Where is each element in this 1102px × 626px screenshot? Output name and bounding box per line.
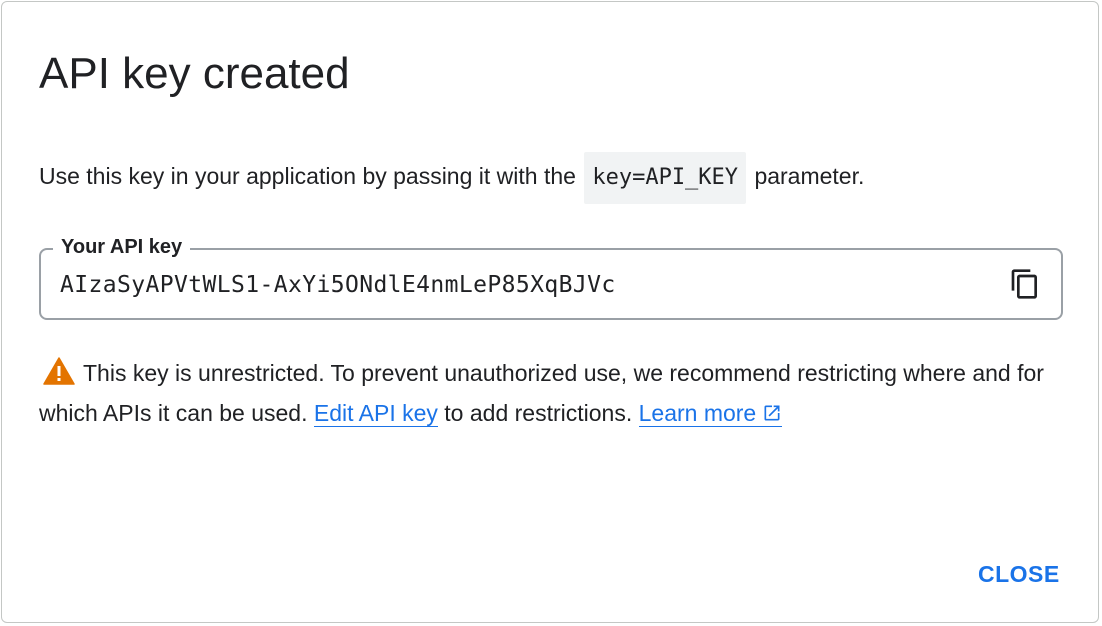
api-key-field[interactable]: Your API key AIzaSyAPVtWLS1-AxYi5ONdlE4n… <box>39 233 1063 320</box>
external-link-icon <box>762 395 782 421</box>
warning-icon <box>43 357 75 385</box>
close-button[interactable]: CLOSE <box>964 554 1074 594</box>
edit-api-key-link[interactable]: Edit API key <box>313 400 438 427</box>
api-key-created-dialog: API key created Use this key in your app… <box>1 1 1099 623</box>
learn-more-label: Learn more <box>638 400 757 426</box>
key-param-code: key=API_KEY <box>584 152 747 204</box>
unrestricted-warning: This key is unrestricted. To prevent una… <box>39 353 1049 433</box>
api-key-field-label: Your API key <box>53 233 191 261</box>
copy-icon[interactable] <box>1009 268 1041 300</box>
intro-text: Use this key in your application by pass… <box>39 150 864 204</box>
api-key-value[interactable]: AIzaSyAPVtWLS1-AxYi5ONdlE4nmLeP85XqBJVc <box>60 270 616 300</box>
learn-more-link[interactable]: Learn more <box>638 400 783 427</box>
intro-text-before: Use this key in your application by pass… <box>39 163 576 189</box>
dialog-title: API key created <box>39 49 350 98</box>
intro-text-after: parameter. <box>754 163 865 189</box>
warning-text-middle: to add restrictions. <box>444 400 633 426</box>
